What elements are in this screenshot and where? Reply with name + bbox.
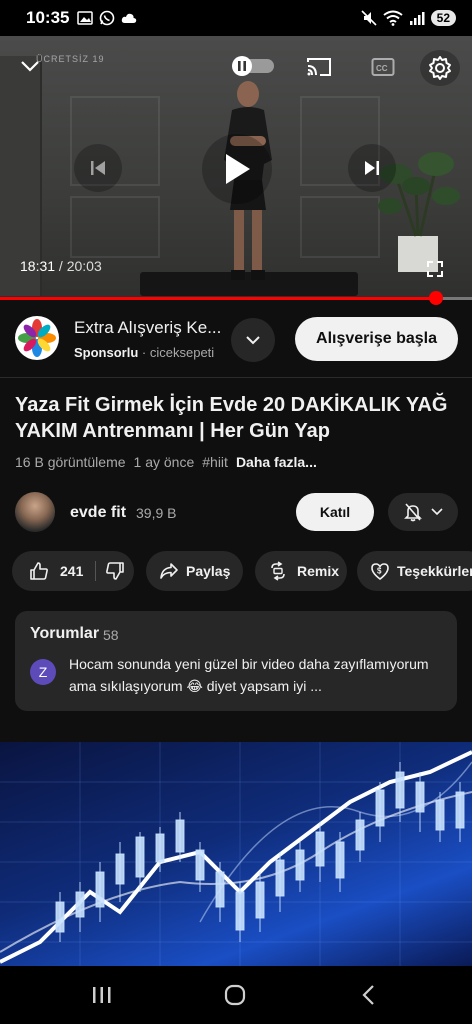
channel-avatar[interactable] xyxy=(15,492,55,532)
recents-icon xyxy=(93,987,111,1003)
home-button[interactable] xyxy=(215,980,255,1010)
svg-text:CC: CC xyxy=(376,64,388,73)
ad-title[interactable]: Extra Alışveriş Ke... xyxy=(74,318,224,338)
previous-button[interactable] xyxy=(74,144,122,192)
status-bar: 10:35 52 xyxy=(0,0,472,36)
thumbs-up-icon xyxy=(30,562,48,580)
fullscreen-button[interactable] xyxy=(422,256,448,282)
upload-age: 1 ay önce xyxy=(133,454,195,470)
whatsapp-icon xyxy=(100,10,115,26)
channel-row: evde fit 39,9 B Katıl xyxy=(0,490,472,534)
ad-subtitle: Sponsorlu · ciceksepeti xyxy=(74,345,224,360)
view-count: 16 B görüntüleme xyxy=(15,454,126,470)
gallery-notification-icon xyxy=(77,11,94,25)
video-scene-wall-panel xyxy=(300,196,380,258)
sponsored-label: Sponsorlu xyxy=(74,345,139,360)
video-watermark: ÜCRETSİZ 19 xyxy=(36,54,105,64)
chevron-down-icon xyxy=(246,336,260,345)
duration: 20:03 xyxy=(66,258,102,274)
super-thanks-icon: $ xyxy=(369,560,391,582)
cast-icon xyxy=(307,58,331,76)
like-button[interactable] xyxy=(28,560,50,582)
wifi-icon xyxy=(383,10,403,26)
next-video-thumbnail[interactable] xyxy=(0,742,472,966)
play-button[interactable] xyxy=(202,134,272,204)
notification-settings-button[interactable] xyxy=(388,493,458,531)
thanks-label: Teşekkürler xyxy=(397,563,472,579)
home-icon xyxy=(224,984,246,1006)
remix-label: Remix xyxy=(297,563,340,579)
ad-cta-button[interactable]: Alışverişe başla xyxy=(295,317,458,361)
join-button[interactable]: Katıl xyxy=(296,493,374,531)
like-dislike-group: 241 xyxy=(12,551,134,591)
status-time: 10:35 xyxy=(26,8,70,27)
channel-name[interactable]: evde fit xyxy=(70,504,126,522)
cloud-icon xyxy=(122,13,137,23)
ad-expand-button[interactable] xyxy=(231,318,275,362)
skip-next-icon xyxy=(365,161,379,175)
like-count: 241 xyxy=(60,563,84,579)
back-button[interactable] xyxy=(348,980,388,1010)
next-button[interactable] xyxy=(348,144,396,192)
settings-button[interactable] xyxy=(420,50,460,86)
thumbs-down-icon xyxy=(106,562,125,580)
remix-icon xyxy=(267,560,289,582)
hashtag[interactable]: #hiit xyxy=(202,454,228,470)
thanks-button[interactable]: $ Teşekkürler xyxy=(357,551,472,591)
captions-icon: CC xyxy=(371,58,395,76)
comments-count: 58 xyxy=(103,627,119,643)
top-comment-text: Hocam sonunda yeni güzel bir video daha … xyxy=(69,656,429,694)
skip-previous-icon xyxy=(91,161,105,175)
fullscreen-icon xyxy=(427,261,443,277)
svg-text:$: $ xyxy=(377,567,382,576)
share-icon xyxy=(158,560,180,582)
more-link[interactable]: Daha fazla... xyxy=(236,454,317,470)
ad-domain: ciceksepeti xyxy=(149,345,215,360)
remix-button[interactable]: Remix xyxy=(255,551,347,591)
captions-button[interactable]: CC xyxy=(368,54,398,80)
subscriber-count: 39,9 B xyxy=(136,505,177,521)
video-scene-plant xyxy=(378,152,460,272)
system-nav-bar xyxy=(0,966,472,1024)
like-divider xyxy=(95,561,97,581)
battery-level: 52 xyxy=(430,10,456,26)
share-label: Paylaş xyxy=(186,563,231,579)
comments-title: Yorumlar xyxy=(30,625,100,642)
cast-button[interactable] xyxy=(303,52,335,82)
share-button[interactable]: Paylaş xyxy=(146,551,243,591)
action-bar: 241 Paylaş Remix $ Teşekkürler xyxy=(12,551,472,591)
video-player[interactable]: ÜCRETSİZ 19 CC 18:31 / 20:03 xyxy=(0,36,472,300)
comments-panel[interactable]: Yorumlar 58 Z Hocam sonunda yeni güzel b… xyxy=(15,611,457,711)
chevron-down-icon xyxy=(431,508,443,516)
ad-separator: · xyxy=(141,345,147,360)
bell-off-icon xyxy=(404,503,422,522)
autoplay-pause-icon xyxy=(232,56,274,76)
play-icon xyxy=(226,154,250,184)
advertiser-logo-icon xyxy=(18,319,56,357)
video-title[interactable]: Yaza Fit Girmek İçin Evde 20 DAKİKALIK Y… xyxy=(15,392,455,444)
chevron-down-icon xyxy=(21,61,39,72)
video-time: 18:31 / 20:03 xyxy=(20,258,102,274)
commenter-avatar: Z xyxy=(30,659,56,685)
mute-icon xyxy=(361,10,377,26)
autoplay-toggle[interactable] xyxy=(230,54,276,78)
time-separator: / xyxy=(55,258,67,274)
sponsored-ad[interactable]: Extra Alışveriş Ke... Sponsorlu · ciceks… xyxy=(0,300,472,378)
gear-icon xyxy=(429,56,451,80)
recents-button[interactable] xyxy=(82,980,122,1010)
back-icon xyxy=(362,985,374,1005)
current-time: 18:31 xyxy=(20,258,56,274)
advertiser-logo xyxy=(15,316,59,360)
video-meta[interactable]: 16 B görüntüleme 1 ay önce #hiit Daha fazla… xyxy=(15,454,325,470)
dislike-button[interactable] xyxy=(104,560,126,582)
video-scene-wall-panel xyxy=(70,196,160,258)
stock-chart-graphic xyxy=(0,742,472,966)
minimize-button[interactable] xyxy=(14,50,46,82)
signal-icon xyxy=(409,12,425,25)
